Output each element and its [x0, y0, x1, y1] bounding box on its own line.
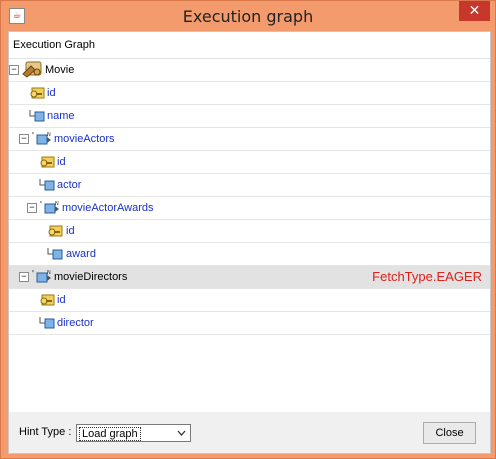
tree-label: actor [57, 179, 82, 191]
tree-label: director [57, 317, 94, 329]
attribute-icon [39, 179, 55, 191]
tree-label: id [47, 87, 56, 99]
svg-text:N: N [47, 132, 51, 138]
attribute-icon [39, 317, 55, 329]
tree-row-director[interactable]: director [9, 312, 490, 335]
hint-type-value: Load graph [79, 427, 141, 441]
bottom-bar: Hint Type : Load graph Close [9, 412, 490, 453]
window-title: Execution graph [182, 7, 314, 26]
relation-icon: N [44, 201, 59, 214]
close-button[interactable]: Close [423, 422, 476, 444]
execution-graph-panel: Execution Graph − Movie id name − ' N mo… [9, 32, 490, 412]
tree-row-id[interactable]: id [9, 151, 490, 174]
tree-row-movieactorawards[interactable]: − ' N movieActorAwards [9, 197, 490, 220]
tree-row-name[interactable]: name [9, 105, 490, 128]
tree-label: Movie [45, 64, 75, 76]
tree-label: movieDirectors [54, 271, 128, 283]
collapse-toggle-icon[interactable]: − [19, 134, 29, 144]
hint-type-label: Hint Type : [19, 426, 72, 438]
relation-icon: N [36, 132, 51, 145]
chevron-down-icon[interactable] [175, 427, 188, 439]
key-icon [40, 294, 55, 306]
tree-label: id [57, 156, 66, 168]
svg-text:N: N [55, 201, 59, 207]
entity-icon [22, 61, 42, 78]
window-frame: ☕ Execution graph ✕ Execution Graph − Mo… [0, 0, 496, 459]
tree-row-movie[interactable]: − Movie [9, 59, 490, 82]
key-icon [48, 225, 63, 237]
tree-label: id [66, 225, 75, 237]
panel-header: Execution Graph [9, 32, 490, 59]
tree-row-id[interactable]: id [9, 289, 490, 312]
tree-label: award [66, 248, 96, 260]
collapse-toggle-icon[interactable]: − [19, 272, 29, 282]
tree-row-moviedirectors[interactable]: − ' N movieDirectors FetchType.EAGER [9, 266, 490, 289]
tree-row-id[interactable]: id [9, 220, 490, 243]
hint-type-select[interactable]: Load graph [76, 424, 191, 442]
key-icon [30, 87, 45, 99]
collapse-toggle-icon[interactable]: − [27, 203, 37, 213]
tree-row-actor[interactable]: actor [9, 174, 490, 197]
tree-row-id[interactable]: id [9, 82, 490, 105]
tree-label: id [57, 294, 66, 306]
window-close-button[interactable]: ✕ [459, 1, 490, 21]
svg-text:N: N [47, 270, 51, 276]
title-bar[interactable]: ☕ Execution graph ✕ [1, 1, 495, 31]
relation-icon: N [36, 270, 51, 283]
dialog-body: Execution Graph − Movie id name − ' N mo… [8, 31, 491, 454]
tree-label: movieActors [54, 133, 115, 145]
tree-label: name [47, 110, 75, 122]
attribute-icon [47, 248, 63, 260]
attribute-icon [29, 110, 45, 122]
fetch-type-note: FetchType.EAGER [372, 269, 482, 284]
key-icon [40, 156, 55, 168]
tree-label: movieActorAwards [62, 202, 154, 214]
tree-row-movieactors[interactable]: − ' N movieActors [9, 128, 490, 151]
collapse-toggle-icon[interactable]: − [9, 65, 19, 75]
tree-row-award[interactable]: award [9, 243, 490, 266]
